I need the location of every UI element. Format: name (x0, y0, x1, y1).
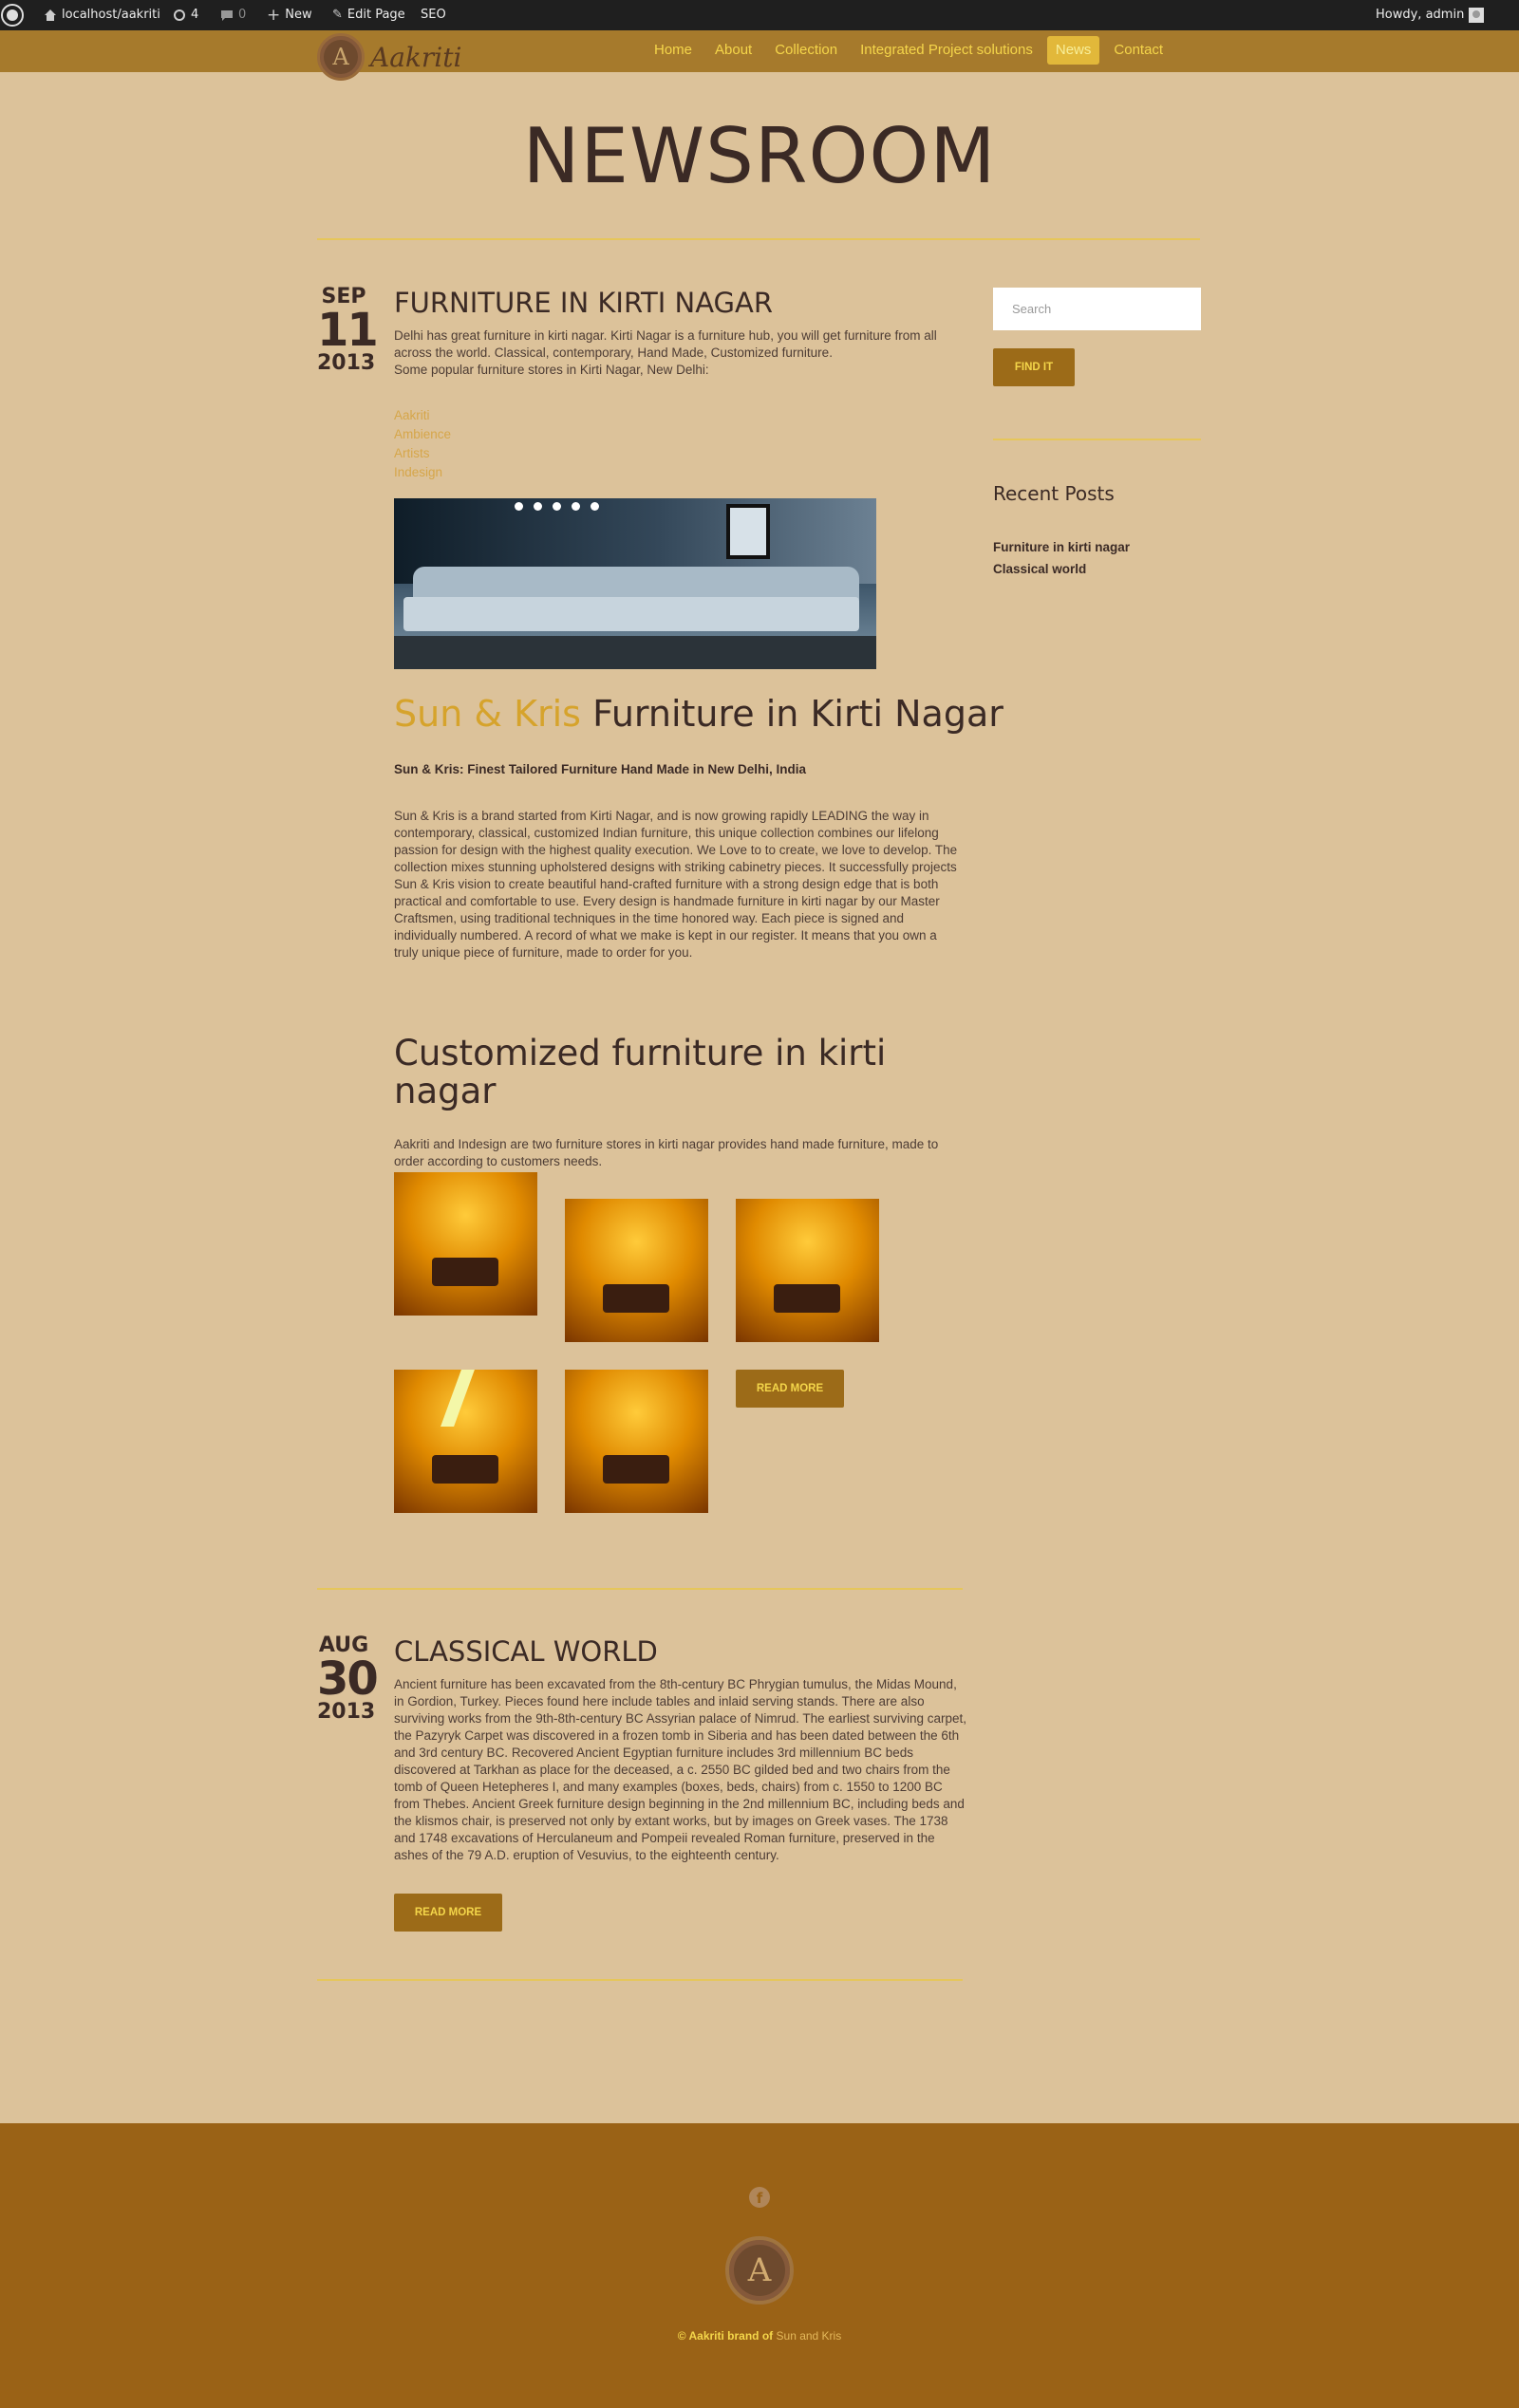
main-navigation: Home About Collection Integrated Project… (646, 36, 1172, 65)
post-date: AUG 30 2013 (317, 1635, 379, 1724)
new-label: New (285, 8, 312, 22)
read-more-button[interactable]: READ MORE (736, 1370, 844, 1408)
recent-post-link[interactable]: Classical world (993, 558, 1130, 580)
classical-world-body: Ancient furniture has been excavated fro… (394, 1677, 966, 1862)
gallery-thumbnail[interactable] (565, 1199, 708, 1342)
recent-posts-title: Recent Posts (993, 482, 1115, 505)
gallery-thumbnail[interactable] (736, 1199, 879, 1342)
post-intro-stores: Some popular furniture stores in Kirti N… (394, 363, 709, 377)
plus-icon: + (267, 6, 281, 25)
sun-kris-accent: Sun & Kris (394, 693, 581, 735)
comments-count: 0 (238, 8, 247, 22)
seo-link[interactable]: SEO (421, 0, 446, 30)
gallery-thumbnail[interactable] (394, 1172, 537, 1316)
post-title[interactable]: FURNITURE IN KIRTI NAGAR (394, 287, 773, 319)
post-year: 2013 (317, 351, 376, 375)
nav-contact[interactable]: Contact (1105, 36, 1172, 65)
sidebar-divider (993, 439, 1201, 440)
store-link-indesign[interactable]: Indesign (394, 463, 451, 482)
page-title: NEWSROOM (522, 112, 997, 200)
gallery-thumbnail[interactable] (565, 1370, 708, 1513)
footer-logo: A (725, 2236, 794, 2305)
sun-kris-body: Sun & Kris is a brand started from Kirti… (394, 809, 958, 960)
site-logo[interactable]: A Aakriti (317, 33, 461, 81)
nav-integrated-project-solutions[interactable]: Integrated Project solutions (852, 36, 1041, 65)
admin-site-link[interactable]: localhost/aakriti (44, 0, 160, 30)
title-divider (317, 238, 1200, 240)
post-date: SEP 11 2013 (317, 287, 379, 375)
post-day: 30 (317, 1652, 379, 1706)
updates-count: 4 (191, 8, 199, 22)
nav-about[interactable]: About (706, 36, 760, 65)
read-more-button[interactable]: READ MORE (394, 1894, 502, 1932)
new-content-link[interactable]: + New (267, 0, 312, 30)
avatar (1469, 8, 1485, 23)
copyright-text: © Aakriti brand of (677, 2329, 777, 2343)
store-link-artists[interactable]: Artists (394, 444, 451, 463)
comments-link[interactable]: 0 (220, 0, 246, 30)
post-day: 11 (317, 304, 379, 357)
nav-news[interactable]: News (1046, 36, 1100, 65)
nav-collection[interactable]: Collection (766, 36, 846, 65)
recent-post-link[interactable]: Furniture in kirti nagar (993, 536, 1130, 558)
gallery-thumbnail[interactable] (394, 1370, 537, 1513)
sofa-image (394, 498, 876, 669)
edit-page-link[interactable]: ✎ Edit Page (332, 0, 405, 30)
logo-medallion: A (317, 33, 365, 81)
store-link-aakriti[interactable]: Aakriti (394, 406, 451, 425)
post-year: 2013 (317, 1700, 376, 1724)
search-input[interactable] (993, 288, 1201, 330)
customized-furniture-heading: Customized furniture in kirti nagar (394, 1033, 887, 1111)
logo-text: Aakriti (370, 41, 462, 73)
wordpress-logo-icon[interactable] (0, 0, 25, 30)
sun-kris-heading: Sun & Kris Furniture in Kirti Nagar (394, 693, 1003, 735)
sun-kris-tagline: Sun & Kris: Finest Tailored Furniture Ha… (394, 762, 807, 776)
post-intro: Delhi has great furniture in kirti nagar… (394, 328, 937, 360)
updates-link[interactable]: 4 (173, 0, 198, 30)
updates-icon (174, 9, 185, 21)
copyright: © Aakriti brand of Sun and Kris (0, 2329, 1519, 2343)
customized-furniture-text: Aakriti and Indesign are two furniture s… (394, 1137, 939, 1168)
site-header: A Aakriti Home About Collection Integrat… (0, 30, 1519, 81)
find-it-button[interactable]: FIND IT (993, 348, 1075, 386)
recent-posts-list: Furniture in kirti nagar Classical world (993, 536, 1130, 580)
admin-site-label: localhost/aakriti (62, 8, 160, 22)
sun-and-kris-link[interactable]: Sun and Kris (777, 2329, 842, 2343)
sun-kris-heading-rest: Furniture in Kirti Nagar (580, 693, 1003, 735)
comment-icon (221, 10, 233, 21)
post-divider (317, 1588, 963, 1590)
post-divider (317, 1979, 963, 1981)
pencil-icon: ✎ (332, 8, 343, 22)
edit-page-label: Edit Page (347, 8, 405, 22)
post-title[interactable]: CLASSICAL WORLD (394, 1635, 658, 1668)
facebook-icon[interactable]: f (749, 2187, 770, 2208)
account-menu[interactable]: Howdy, admin (1376, 0, 1485, 30)
nav-home[interactable]: Home (646, 36, 701, 65)
howdy-label: Howdy, admin (1376, 8, 1465, 22)
store-list: Aakriti Ambience Artists Indesign (394, 406, 451, 482)
admin-bar: localhost/aakriti 4 0 + New ✎ Edit Page … (0, 0, 1519, 30)
seo-label: SEO (421, 8, 446, 22)
store-link-ambience[interactable]: Ambience (394, 425, 451, 444)
home-icon (45, 9, 56, 21)
